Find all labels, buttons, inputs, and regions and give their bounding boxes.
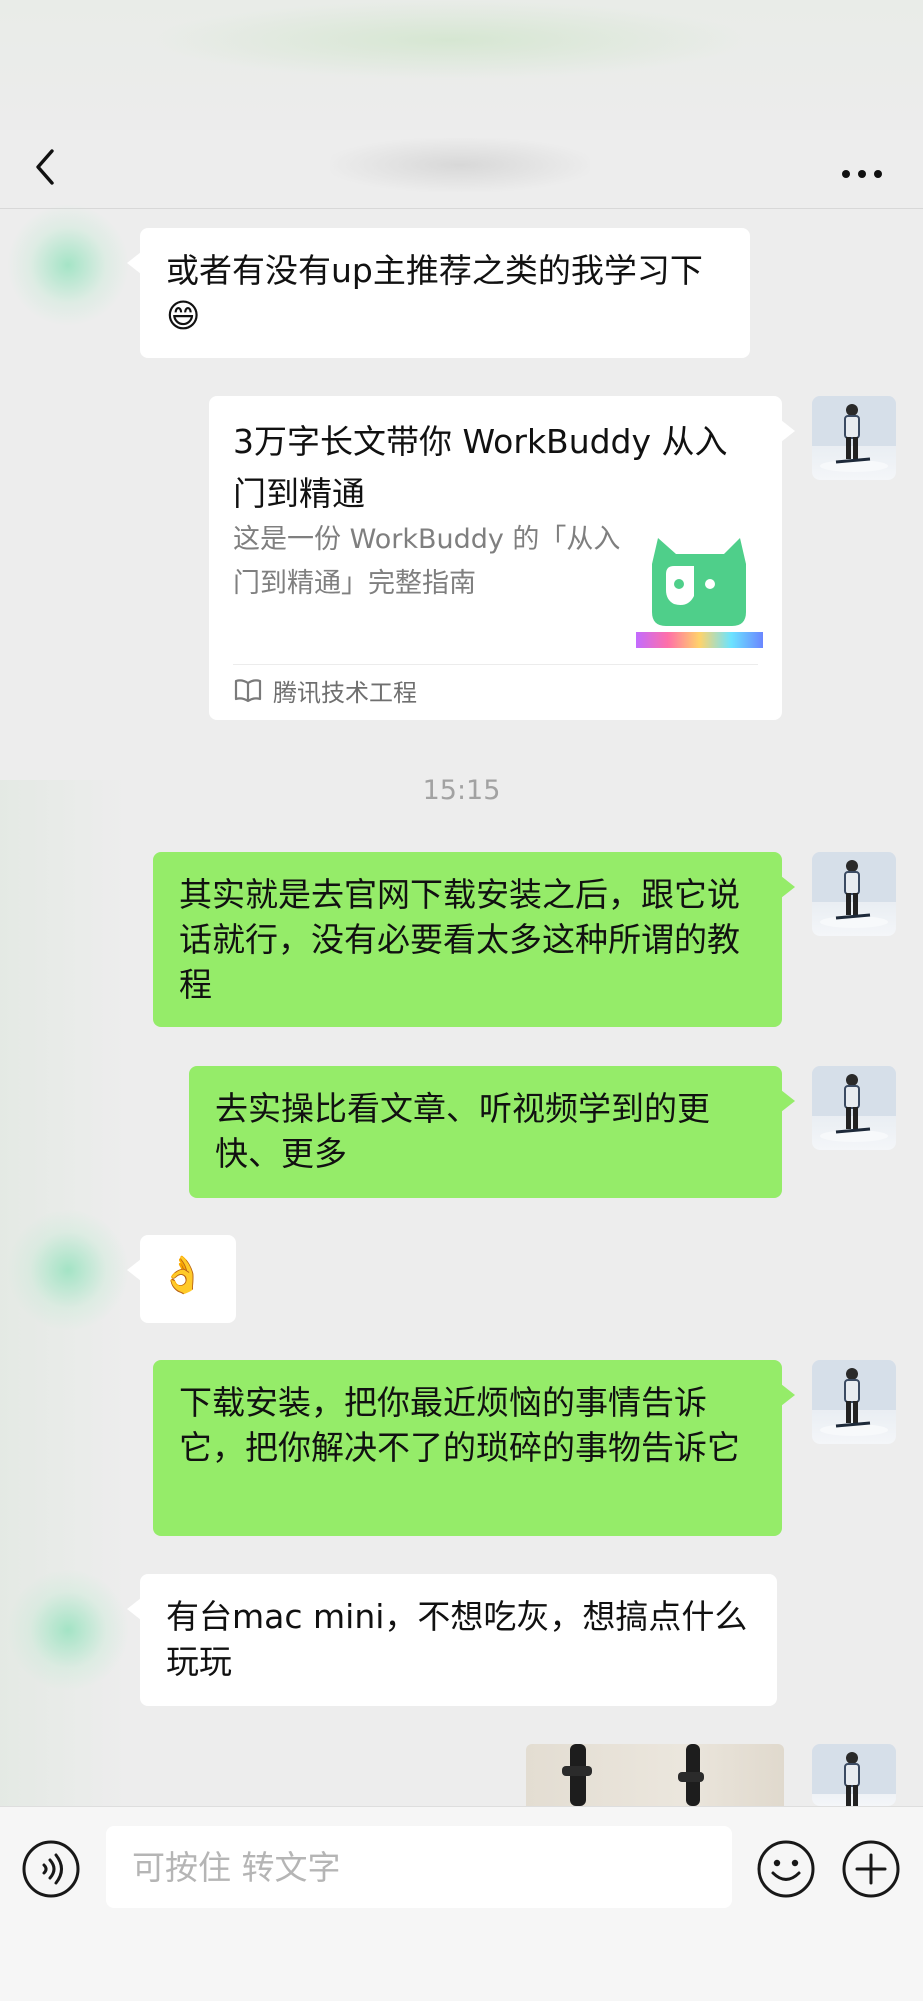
workbuddy-logo-icon xyxy=(636,538,763,648)
sent-message-bubble[interactable]: 下载安装，把你最近烦恼的事情告诉它，把你解决不了的琐碎的事物告诉它 xyxy=(153,1360,795,1536)
book-icon xyxy=(234,679,262,703)
snowboarder-avatar-image xyxy=(812,852,896,928)
status-bar-area xyxy=(0,0,923,130)
more-options-button[interactable] xyxy=(836,142,892,192)
plus-icon xyxy=(842,1840,900,1898)
smiley-icon xyxy=(757,1840,815,1898)
card-divider xyxy=(233,664,758,665)
voice-input-button[interactable] xyxy=(20,1838,82,1900)
message-text: 去实操比看文章、听视频学到的更快、更多 xyxy=(215,1089,710,1173)
user-avatar[interactable] xyxy=(812,396,896,480)
received-message-bubble[interactable]: 或者有没有up主推荐之类的我学习下😄 xyxy=(127,228,750,358)
article-source: 腾讯技术工程 xyxy=(233,666,417,714)
user-avatar[interactable] xyxy=(812,852,896,936)
user-avatar[interactable] xyxy=(812,1744,896,1806)
article-description: 这是一份 WorkBuddy 的「从入门到精通」完整指南 xyxy=(233,524,621,599)
message-input[interactable] xyxy=(106,1826,732,1908)
sent-message-bubble[interactable]: 其实就是去官网下载安装之后，跟它说话就行，没有必要看太多这种所谓的教程 xyxy=(153,852,795,1027)
message-input-bar xyxy=(0,1806,923,2001)
image-message[interactable] xyxy=(526,1744,784,1806)
message-text: 或者有没有up主推荐之类的我学习下😄 xyxy=(166,251,703,335)
message-text: 其实就是去官网下载安装之后，跟它说话就行，没有必要看太多这种所谓的教程 xyxy=(179,875,740,1004)
contact-avatar-blurred xyxy=(8,205,128,325)
ok-hand-emoji: 👌 xyxy=(160,1255,205,1296)
article-card[interactable]: 3万字长文带你 WorkBuddy 从入门到精通 这是一份 WorkBuddy … xyxy=(209,396,795,720)
snowboarder-avatar-image xyxy=(812,396,896,472)
message-text: 有台mac mini，不想吃灰，想搞点什么玩玩 xyxy=(166,1597,748,1681)
snowboarder-avatar-image xyxy=(812,1360,896,1436)
article-thumbnail xyxy=(636,526,763,648)
contact-avatar-blurred xyxy=(8,1570,128,1690)
sent-message-bubble[interactable]: 去实操比看文章、听视频学到的更快、更多 xyxy=(189,1066,795,1198)
snowboarder-avatar-image xyxy=(812,1744,896,1806)
blurred-status-content xyxy=(150,0,750,80)
more-actions-button[interactable] xyxy=(840,1838,902,1900)
photo-thumbnail xyxy=(562,1744,704,1806)
source-name: 腾讯技术工程 xyxy=(273,678,417,707)
message-timestamp: 15:15 xyxy=(422,775,501,806)
chevron-left-icon xyxy=(36,149,54,185)
emoji-button[interactable] xyxy=(755,1838,817,1900)
received-message-bubble[interactable]: 有台mac mini，不想吃灰，想搞点什么玩玩 xyxy=(127,1574,777,1706)
more-dots-icon xyxy=(842,170,882,178)
contact-avatar-blurred xyxy=(8,1210,128,1330)
message-text: 下载安装，把你最近烦恼的事情告诉它，把你解决不了的琐碎的事物告诉它 xyxy=(179,1383,740,1467)
chat-header xyxy=(0,130,923,209)
voice-icon xyxy=(22,1840,80,1898)
user-avatar[interactable] xyxy=(812,1066,896,1150)
user-avatar[interactable] xyxy=(812,1360,896,1444)
blurred-chat-title xyxy=(330,138,590,192)
back-button[interactable] xyxy=(30,142,80,192)
snowboarder-avatar-image xyxy=(812,1066,896,1142)
article-title: 3万字长文带你 WorkBuddy 从入门到精通 xyxy=(233,422,728,513)
received-emoji-bubble[interactable]: 👌 xyxy=(127,1235,236,1323)
